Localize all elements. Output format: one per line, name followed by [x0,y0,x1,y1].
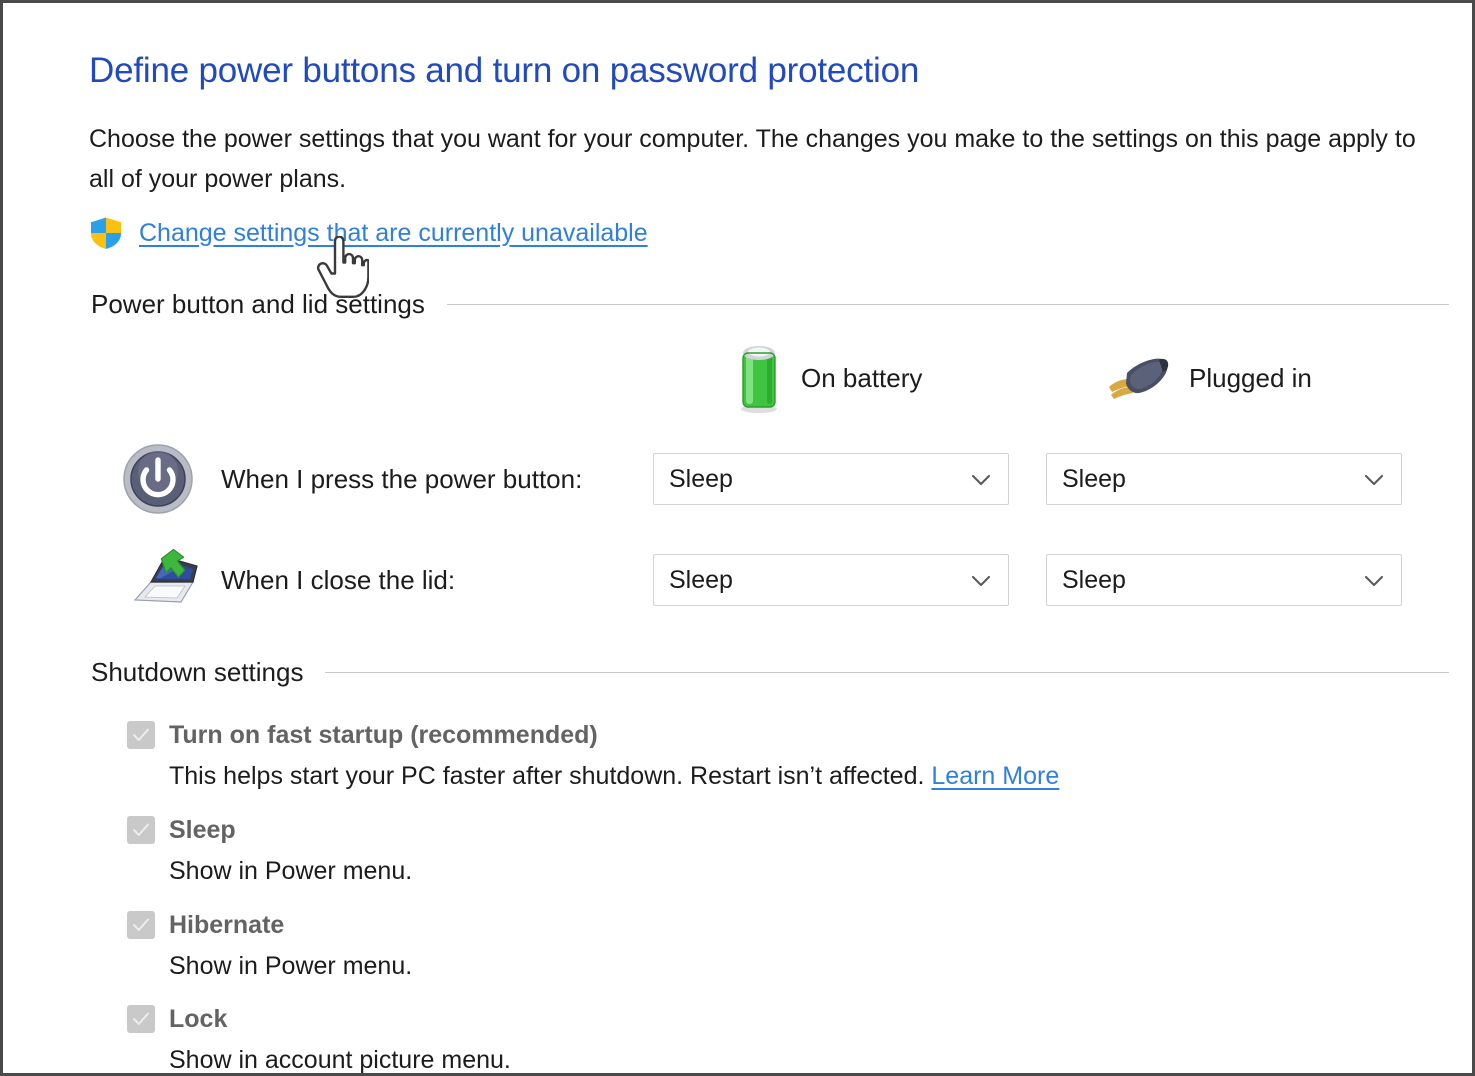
checkbox-label-hibernate: Hibernate [169,910,285,939]
laptop-close-lid-icon [121,544,201,616]
chevron-down-icon [1364,474,1384,486]
power-button-icon [121,443,201,515]
setting-row-close-lid: When I close the lid: Sleep Sleep [121,544,1421,616]
control-panel-page: Define power buttons and turn on passwor… [3,3,1472,1073]
column-header-on-battery: On battery [733,343,922,413]
checkbox-fast-startup[interactable] [127,721,155,749]
label-when-close-lid: When I close the lid: [221,565,456,595]
checkbox-hibernate[interactable] [127,911,155,939]
checkmark-icon [133,823,149,836]
chevron-down-icon [971,474,991,486]
dropdown-power-button-on-battery[interactable]: Sleep [653,453,1009,505]
power-plug-icon [1109,358,1169,399]
dropdown-value: Sleep [1062,464,1126,493]
dropdown-value: Sleep [669,565,733,594]
dropdown-close-lid-plugged-in[interactable]: Sleep [1046,554,1402,606]
column-header-plugged-in: Plugged in [1101,343,1312,413]
shutdown-item-lock: Lock Show in account picture menu. [127,1002,511,1073]
column-label-on-battery: On battery [801,362,923,393]
change-settings-link-row[interactable]: Change settings that are currently unava… [89,213,648,253]
learn-more-link[interactable]: Learn More [931,762,1059,790]
setting-row-power-button: When I press the power button: Sleep Sle… [121,443,1421,515]
chevron-down-icon [1364,575,1384,587]
change-settings-link[interactable]: Change settings that are currently unava… [139,219,648,248]
section-power-button-and-lid: Power button and lid settings [91,289,1449,320]
dropdown-close-lid-on-battery[interactable]: Sleep [653,554,1009,606]
section-divider [325,672,1449,673]
description-fast-startup: This helps start your PC faster after sh… [169,762,1059,791]
column-label-plugged-in: Plugged in [1189,362,1312,393]
window-frame: Define power buttons and turn on passwor… [0,0,1475,1076]
checkbox-row[interactable]: Turn on fast startup (recommended) [127,718,1059,752]
checkmark-icon [133,918,149,931]
checkmark-icon [133,1012,149,1025]
shield-icon [91,217,121,249]
shutdown-item-sleep: Sleep Show in Power menu. [127,813,412,886]
checkbox-label-fast-startup: Turn on fast startup (recommended) [169,720,598,749]
chevron-down-icon [971,575,991,587]
description-text: This helps start your PC faster after sh… [169,762,932,790]
checkbox-label-lock: Lock [169,1004,228,1033]
section-shutdown-settings: Shutdown settings [91,657,1449,688]
section-heading-power: Power button and lid settings [91,289,425,319]
section-divider [446,304,1449,305]
dropdown-value: Sleep [669,464,733,493]
checkbox-label-sleep: Sleep [169,815,236,844]
page-description: Choose the power settings that you want … [89,125,1416,193]
shutdown-item-fast-startup: Turn on fast startup (recommended) This … [127,718,1059,791]
battery-icon [741,346,777,413]
checkbox-lock[interactable] [127,1005,155,1033]
description-hibernate: Show in Power menu. [169,952,413,980]
checkbox-row[interactable]: Sleep [127,813,412,847]
dropdown-power-button-plugged-in[interactable]: Sleep [1046,453,1402,505]
page-title: Define power buttons and turn on passwor… [89,51,920,90]
checkbox-row[interactable]: Lock [127,1002,511,1036]
label-when-press-power-button: When I press the power button: [221,464,583,494]
checkmark-icon [133,728,149,741]
checkbox-sleep[interactable] [127,816,155,844]
shutdown-item-hibernate: Hibernate Show in Power menu. [127,908,412,981]
description-sleep: Show in Power menu. [169,857,413,885]
checkbox-row[interactable]: Hibernate [127,908,412,942]
dropdown-value: Sleep [1062,565,1126,594]
description-lock: Show in account picture menu. [169,1046,511,1073]
section-heading-shutdown: Shutdown settings [91,657,304,687]
